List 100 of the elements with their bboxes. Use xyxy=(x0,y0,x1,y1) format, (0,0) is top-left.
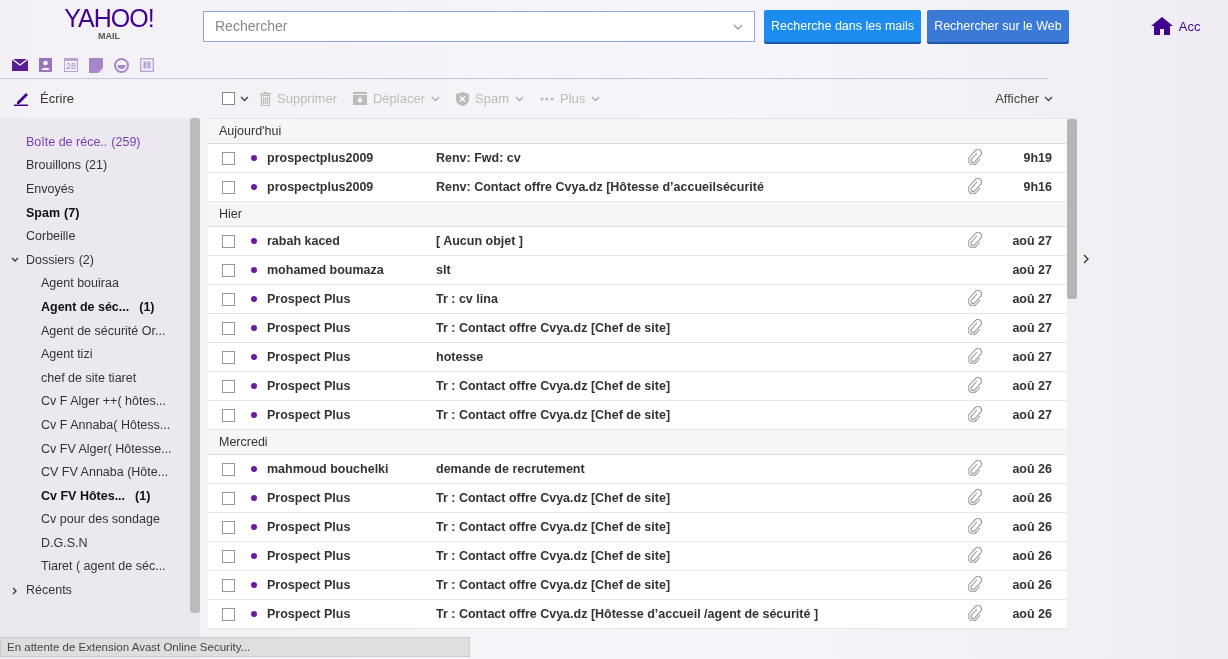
message-row[interactable]: mohamed boumaza slt aoû 27 xyxy=(208,256,1067,285)
message-row[interactable]: Prospect Plus Tr : cv lina aoû 27 xyxy=(208,285,1067,314)
message-row[interactable]: mahmoud bouchelki demande de recrutement aoû 26 xyxy=(208,455,1067,484)
checkbox[interactable] xyxy=(222,520,235,534)
message-date: aoû 27 xyxy=(1011,263,1052,277)
date-group-header: Hier xyxy=(208,202,1067,227)
folder-item[interactable]: Cv F Alger ++( hôtes... xyxy=(0,389,190,414)
notepad-icon[interactable] xyxy=(89,57,103,73)
message-row[interactable]: Prospect Plus Tr : Contact offre Cvya.dz [Chef de site] aoû 26 xyxy=(208,484,1067,513)
message-date: aoû 26 xyxy=(1011,491,1052,505)
checkbox[interactable] xyxy=(222,549,235,563)
sender-name: prospectplus2009 xyxy=(267,180,375,194)
chevron-down-icon[interactable] xyxy=(11,256,19,263)
checkbox[interactable] xyxy=(222,234,235,248)
trash-icon xyxy=(260,91,271,106)
newspaper-icon[interactable] xyxy=(140,58,154,72)
view-menu-button[interactable]: Afficher xyxy=(995,91,1053,106)
sender-name: Prospect Plus xyxy=(267,491,352,505)
subject-text: Tr : Contact offre Cvya.dz [Chef de site] xyxy=(436,379,672,393)
folder-item[interactable]: Agent de séc... (1) xyxy=(0,295,190,319)
sender-name: prospectplus2009 xyxy=(267,151,375,165)
unread-dot xyxy=(251,296,257,302)
checkbox[interactable] xyxy=(222,180,235,194)
folder-item[interactable]: CV FV Annaba (Hôte... xyxy=(0,460,190,484)
message-row[interactable]: Prospect Plus Tr : Contact offre Cvya.dz [Chef de site] aoû 27 xyxy=(208,401,1067,430)
folder-item[interactable]: Cv FV Hôtes... (1) xyxy=(0,483,190,508)
folder-item[interactable]: Boîte de réce.. (259) xyxy=(0,130,190,154)
chevron-right-icon[interactable] xyxy=(11,587,19,596)
folder-item[interactable]: Cv FV Alger( Hôtesse... xyxy=(0,436,190,461)
smiley-icon[interactable] xyxy=(114,57,129,73)
folder-item[interactable]: Agent tizi xyxy=(0,342,190,366)
checkbox[interactable] xyxy=(222,491,235,505)
message-row[interactable]: prospectplus2009 Renv: Fwd: cv 9h19 xyxy=(208,144,1067,173)
folder-item[interactable]: Récents xyxy=(0,578,190,602)
message-row[interactable]: Prospect Plus Tr : Contact offre Cvya.dz [Chef de site] aoû 27 xyxy=(208,314,1067,343)
checkbox[interactable] xyxy=(222,350,235,364)
folder-item[interactable]: Agent de sécurité Or... xyxy=(0,318,190,343)
yahoo-mail-logo[interactable]: YAHOO! MAIL xyxy=(30,5,188,41)
checkbox[interactable] xyxy=(222,292,235,306)
message-date: aoû 27 xyxy=(1011,408,1052,422)
unread-dot xyxy=(251,524,257,530)
unread-dot xyxy=(251,495,257,501)
checkbox[interactable] xyxy=(222,408,235,422)
checkbox[interactable] xyxy=(222,379,235,393)
home-link[interactable]: Acc xyxy=(1178,18,1201,34)
folder-item[interactable]: Agent bouiraa xyxy=(0,271,190,296)
message-row[interactable]: Prospect Plus Tr : Contact offre Cvya.dz [Chef de site] aoû 27 xyxy=(208,372,1067,401)
unread-dot xyxy=(251,383,257,389)
envelope-icon[interactable] xyxy=(12,59,28,71)
folder-item[interactable]: Dossiers (2) xyxy=(0,247,190,272)
checkbox[interactable] xyxy=(222,607,235,621)
folder-item[interactable]: Spam (7) xyxy=(0,200,190,225)
subject-text: slt xyxy=(436,263,452,277)
select-all-checkbox[interactable] xyxy=(222,92,235,105)
chevron-down-icon[interactable] xyxy=(240,95,249,102)
folder-item[interactable]: Envoyés xyxy=(0,177,190,201)
sender-name: mahmoud bouchelki xyxy=(267,462,390,476)
compose-button[interactable]: Écrire xyxy=(14,91,74,106)
message-row[interactable]: prospectplus2009 Renv: Contact offre Cvya.dz [Hôtesse d’accueilsécurité 9h16 xyxy=(208,173,1067,202)
message-row[interactable]: Prospect Plus Tr : Contact offre Cvya.dz [Chef de site] aoû 26 xyxy=(208,513,1067,542)
home-icon[interactable] xyxy=(1150,17,1173,35)
sender-name: Prospect Plus xyxy=(267,350,352,364)
folder-item[interactable]: Cv F Annaba( Hôtess... xyxy=(0,413,190,437)
subject-text: Tr : Contact offre Cvya.dz [Chef de site] xyxy=(436,520,672,534)
message-row[interactable]: Prospect Plus Tr : Contact offre Cvya.dz [Chef de site] aoû 26 xyxy=(208,571,1067,600)
unread-dot xyxy=(251,582,257,588)
message-row[interactable]: Prospect Plus Tr : Contact offre Cvya.dz [Chef de site] aoû 26 xyxy=(208,542,1067,571)
message-row[interactable]: Prospect Plus hotesse aoû 27 xyxy=(208,343,1067,372)
date-group-header: Mercredi xyxy=(208,430,1067,455)
subject-text: Tr : Contact offre Cvya.dz [Chef de site] xyxy=(436,491,672,505)
subject-text: hotesse xyxy=(436,350,485,364)
search-field[interactable]: Rechercher xyxy=(203,10,755,42)
sender-name: Prospect Plus xyxy=(267,408,352,422)
checkbox[interactable] xyxy=(222,578,235,592)
contact-card-icon[interactable] xyxy=(39,58,53,72)
message-row[interactable]: rabah kaced [ Aucun objet ] aoû 27 xyxy=(208,227,1067,256)
checkbox[interactable] xyxy=(222,151,235,165)
sender-name: Prospect Plus xyxy=(267,292,352,306)
folder-item[interactable]: Tiaret ( agent de séc... xyxy=(0,554,190,579)
folder-item[interactable]: Cv pour des sondage xyxy=(0,507,190,532)
folder-item[interactable]: chef de site tiaret xyxy=(0,365,190,390)
unread-dot xyxy=(251,238,257,244)
checkbox[interactable] xyxy=(222,321,235,335)
message-row[interactable]: Prospect Plus Tr : Contact offre Cvya.dz [Hôtesse d’accueil /agent de sécurité ] aoû 26 xyxy=(208,600,1067,629)
checkbox[interactable] xyxy=(222,462,235,476)
folder-item[interactable]: Corbeille xyxy=(0,224,190,248)
checkbox[interactable] xyxy=(222,263,235,277)
folder-item[interactable]: D.G.S.N xyxy=(0,531,190,555)
folder-item[interactable]: Brouillons (21) xyxy=(0,153,190,178)
scrollbar[interactable] xyxy=(1067,119,1077,299)
scrollbar[interactable] xyxy=(190,118,200,613)
subject-text: Renv: Contact offre Cvya.dz [Hôtesse d’accueilsécurité xyxy=(436,180,765,194)
search-button[interactable]: Rechercher sur le Web xyxy=(927,10,1069,42)
sender-name: Prospect Plus xyxy=(267,578,352,592)
caret-icon xyxy=(733,23,743,30)
chevron-right-icon[interactable] xyxy=(1083,254,1089,264)
unread-dot xyxy=(251,553,257,559)
message-date: aoû 26 xyxy=(1011,578,1052,592)
subject-text: Tr : Contact offre Cvya.dz [Chef de site] xyxy=(436,578,672,592)
unread-dot xyxy=(251,325,257,331)
